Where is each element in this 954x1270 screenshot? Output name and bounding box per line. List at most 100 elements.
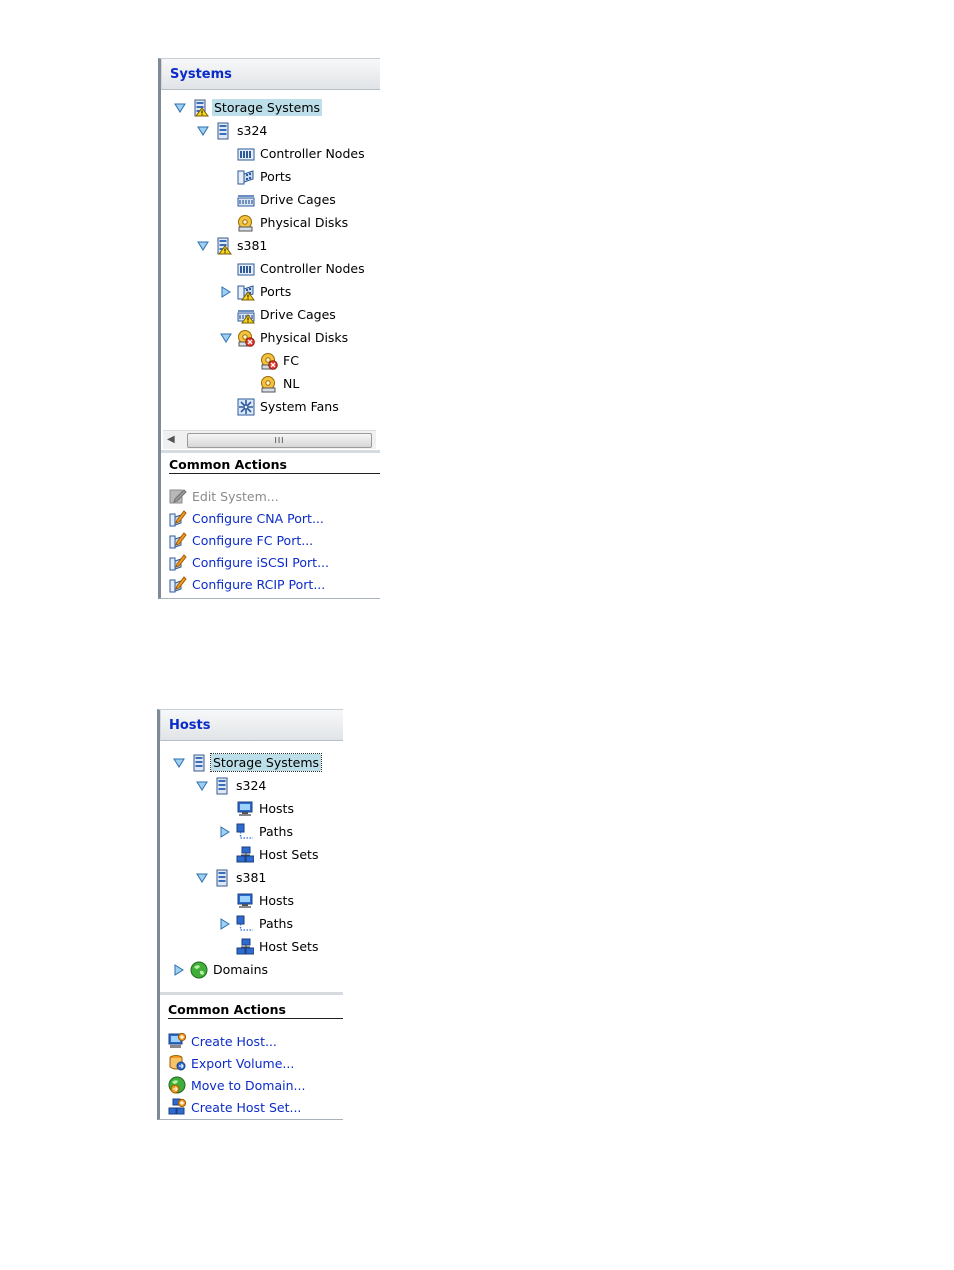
tree-node-label: Controller Nodes (260, 261, 365, 276)
storage-system-icon (213, 777, 231, 795)
tree-node-label: Storage Systems (209, 753, 323, 772)
hosts-icon (236, 892, 254, 910)
tree-node-label: Physical Disks (260, 330, 349, 345)
collapsed-toggle-icon[interactable] (172, 963, 186, 977)
tree-node-label: Ports (260, 169, 292, 184)
tree-node-s381-paths[interactable]: Paths (218, 912, 295, 935)
scroll-left-arrow-icon[interactable]: ◀ (167, 434, 175, 445)
collapsed-toggle-icon[interactable] (219, 285, 233, 299)
tree-node-s324-ports[interactable]: Ports (219, 165, 293, 188)
tree-node-label: Physical Disks (260, 215, 349, 230)
expand-toggle-icon[interactable] (195, 779, 209, 793)
tree-node-label: Host Sets (259, 939, 319, 954)
tree-node-label: s324 (236, 778, 267, 793)
common-actions-title: Common Actions (168, 1002, 343, 1019)
export-volume-action[interactable]: Export Volume... (168, 1052, 294, 1074)
tree-node-s324-controller-nodes[interactable]: Controller Nodes (219, 142, 367, 165)
section-divider (160, 992, 343, 995)
tree-node-s381-fc[interactable]: FC (242, 349, 301, 372)
hosts-panel-title: Hosts (160, 710, 343, 741)
tree-node-label: Drive Cages (260, 307, 336, 322)
create-host-set-action[interactable]: Create Host Set... (168, 1096, 301, 1118)
hosts-icon (236, 800, 254, 818)
tree-node-label: System Fans (260, 399, 339, 414)
tree-node-label: Domains (213, 962, 269, 977)
tree-node-label: FC (283, 353, 299, 368)
section-divider (161, 450, 380, 453)
create-host-set-icon (168, 1098, 186, 1116)
move-to-domain-action[interactable]: Move to Domain... (168, 1074, 305, 1096)
physical-disks-icon (237, 214, 255, 232)
move-to-domain-icon (168, 1076, 186, 1094)
drive-cages-icon (237, 191, 255, 209)
storage-system-warning-icon (214, 237, 232, 255)
physical-disks-error-icon (237, 329, 255, 347)
systems-panel: Systems Storage Systems s324 Controller … (158, 58, 380, 599)
storage-systems-icon (190, 754, 208, 772)
configure-iscsi-port-action[interactable]: Configure iSCSI Port... (169, 551, 329, 573)
storage-systems-warning-icon (191, 99, 209, 117)
tree-node-s381[interactable]: s381 (195, 866, 268, 889)
tree-node-s324-host-sets[interactable]: Host Sets (218, 843, 320, 866)
tree-node-s381-controller-nodes[interactable]: Controller Nodes (219, 257, 367, 280)
tree-node-s381-host-sets[interactable]: Host Sets (218, 935, 320, 958)
collapsed-toggle-icon[interactable] (218, 917, 232, 931)
tree-node-s324-physical-disks[interactable]: Physical Disks (219, 211, 350, 234)
create-host-action[interactable]: Create Host... (168, 1030, 277, 1052)
tree-node-label: Hosts (259, 801, 294, 816)
tree-node-s324[interactable]: s324 (195, 774, 268, 797)
tree-node-s324-paths[interactable]: Paths (218, 820, 295, 843)
tree-node-s381[interactable]: s381 (196, 234, 269, 257)
edit-icon (169, 487, 187, 505)
tree-node-label: Ports (260, 284, 292, 299)
expand-toggle-icon[interactable] (196, 239, 210, 253)
drive-cages-warning-icon (237, 306, 255, 324)
expand-toggle-icon[interactable] (219, 331, 233, 345)
export-volume-icon (168, 1054, 186, 1072)
tree-node-label: s324 (237, 123, 268, 138)
tree-node-s381-ports[interactable]: Ports (219, 280, 293, 303)
tree-node-s381-physical-disks[interactable]: Physical Disks (219, 326, 350, 349)
host-sets-icon (236, 938, 254, 956)
expand-toggle-icon[interactable] (173, 101, 187, 115)
configure-port-icon (169, 509, 187, 527)
tree-node-s324[interactable]: s324 (196, 119, 269, 142)
tree-node-storage-systems[interactable]: Storage Systems (173, 96, 323, 119)
storage-system-icon (214, 122, 232, 140)
horizontal-scrollbar[interactable]: ◀ III (163, 430, 376, 449)
expand-toggle-icon[interactable] (172, 756, 186, 770)
tree-node-s381-hosts[interactable]: Hosts (218, 889, 296, 912)
controller-nodes-icon (237, 145, 255, 163)
paths-icon (236, 822, 254, 841)
storage-system-icon (213, 869, 231, 887)
configure-fc-port-action[interactable]: Configure FC Port... (169, 529, 313, 551)
tree-node-s381-system-fans[interactable]: System Fans (219, 395, 341, 418)
systems-panel-title: Systems (161, 59, 380, 90)
expand-toggle-icon[interactable] (195, 871, 209, 885)
tree-node-label: Storage Systems (212, 99, 323, 116)
edit-system-action[interactable]: Edit System... (169, 485, 279, 507)
create-host-icon (168, 1032, 186, 1050)
configure-rcip-port-action[interactable]: Configure RCIP Port... (169, 573, 325, 595)
tree-node-label: Paths (259, 916, 293, 931)
tree-node-storage-systems[interactable]: Storage Systems (172, 751, 323, 774)
scrollbar-grip: III (274, 436, 285, 445)
tree-node-domains[interactable]: Domains (172, 958, 270, 981)
tree-node-label: Drive Cages (260, 192, 336, 207)
tree-node-s381-drive-cages[interactable]: Drive Cages (219, 303, 338, 326)
configure-cna-port-action[interactable]: Configure CNA Port... (169, 507, 324, 529)
configure-port-icon (169, 553, 187, 571)
tree-node-label: Hosts (259, 893, 294, 908)
disk-nl-icon (260, 375, 278, 393)
tree-node-label: s381 (237, 238, 268, 253)
tree-node-label: s381 (236, 870, 267, 885)
disk-fc-error-icon (260, 352, 278, 370)
hosts-panel: Hosts Storage Systems s324 Hosts Paths H… (157, 709, 343, 1120)
collapsed-toggle-icon[interactable] (218, 825, 232, 839)
scrollbar-thumb[interactable]: III (187, 433, 372, 448)
tree-node-s324-hosts[interactable]: Hosts (218, 797, 296, 820)
configure-port-icon (169, 575, 187, 593)
expand-toggle-icon[interactable] (196, 124, 210, 138)
tree-node-s381-nl[interactable]: NL (242, 372, 301, 395)
tree-node-s324-drive-cages[interactable]: Drive Cages (219, 188, 338, 211)
